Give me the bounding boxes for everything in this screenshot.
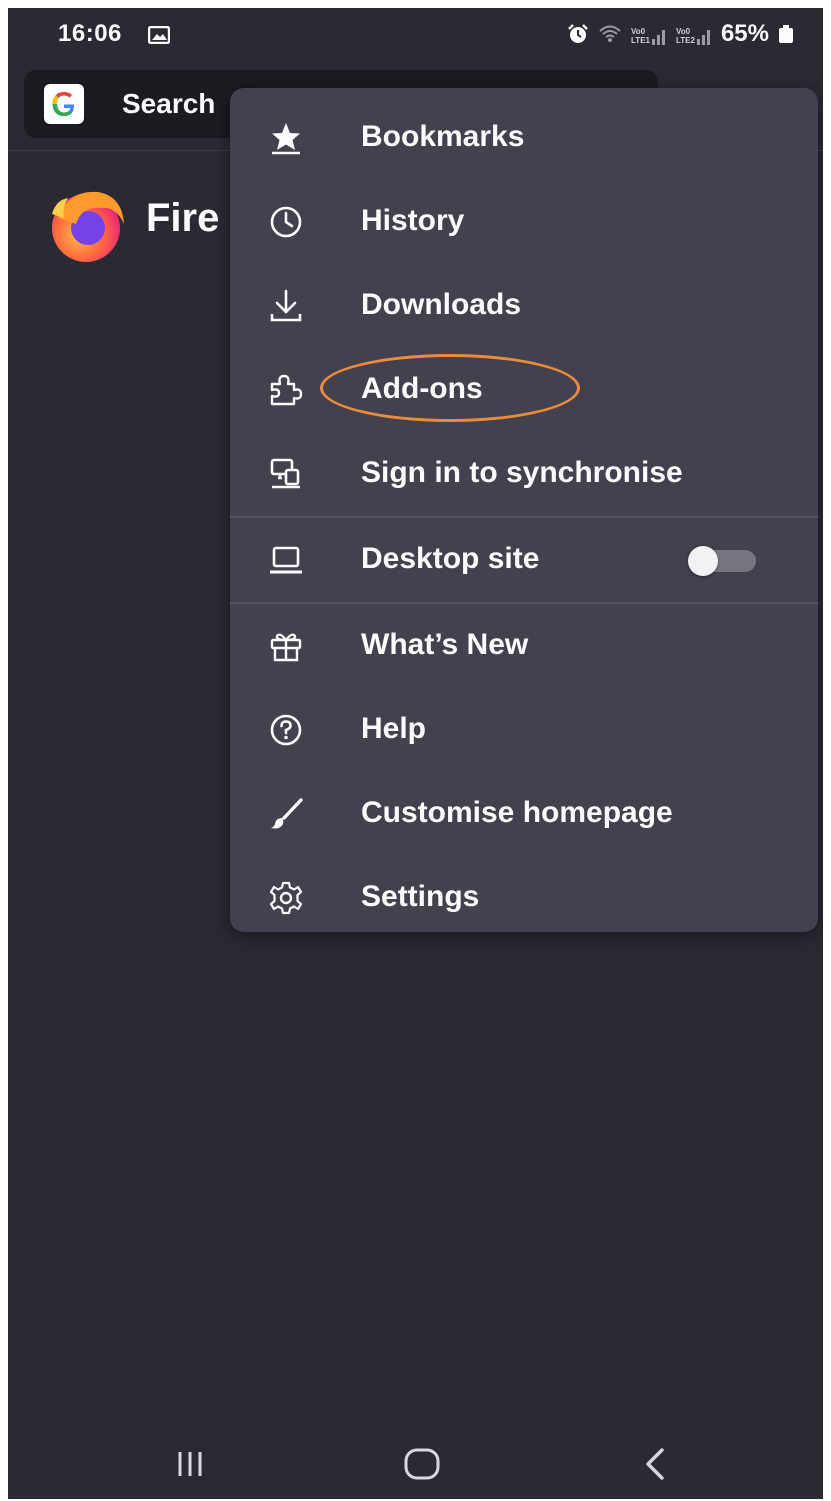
lte2-top: Vo0 xyxy=(675,27,691,36)
lte2-bottom: LTE2 xyxy=(675,36,695,45)
puzzle-icon xyxy=(270,374,303,406)
gallery-icon xyxy=(148,26,170,44)
google-icon xyxy=(44,84,84,124)
wifi-icon xyxy=(599,25,621,42)
brush-icon xyxy=(271,798,303,829)
lte2-indicator: Vo0 LTE2 xyxy=(676,23,711,45)
status-icons: Vo0 LTE1 Vo0 LTE2 65% xyxy=(567,20,793,48)
menu-item-history[interactable]: History xyxy=(230,180,818,264)
firefox-logo-icon xyxy=(52,191,124,262)
firefox-wordmark: Fire xyxy=(146,196,220,240)
help-circle-icon xyxy=(270,714,302,746)
gear-icon xyxy=(269,881,303,915)
gift-icon xyxy=(270,633,302,662)
menu-label-desktop-site: Desktop site xyxy=(361,542,540,575)
signal-icon xyxy=(696,30,710,45)
menu-label-whats-new: What’s New xyxy=(361,628,529,661)
lte1-bottom: LTE1 xyxy=(631,36,650,45)
menu-label-downloads: Downloads xyxy=(361,288,522,321)
menu-label-bookmarks: Bookmarks xyxy=(361,120,525,153)
alarm-icon xyxy=(568,24,588,43)
overflow-menu: Bookmarks History Downloads Add-ons Sign… xyxy=(230,88,818,932)
menu-label-customise-homepage: Customise homepage xyxy=(361,796,673,829)
navigation-bar xyxy=(8,1428,823,1498)
menu-label-sign-in: Sign in to synchronise xyxy=(361,456,683,489)
toggle-knob xyxy=(688,546,718,576)
back-icon[interactable] xyxy=(634,1442,678,1486)
menu-label-help: Help xyxy=(361,712,427,745)
lte1-top: Vo0 xyxy=(631,27,646,36)
battery-percent: 65% xyxy=(720,20,769,47)
status-bar: 16:06 Vo0 LTE1 Vo0 LTE2 65% xyxy=(8,8,823,66)
menu-item-customise-homepage[interactable]: Customise homepage xyxy=(230,772,818,856)
status-time: 16:06 xyxy=(58,20,122,47)
menu-item-desktop-site[interactable]: Desktop site xyxy=(230,518,818,602)
search-placeholder: Search xyxy=(122,88,216,119)
menu-item-bookmarks[interactable]: Bookmarks xyxy=(230,96,818,180)
clock-icon xyxy=(270,206,302,238)
phone-screen: 16:06 Vo0 LTE1 Vo0 LTE2 65% Search Fire … xyxy=(8,8,823,1499)
battery-icon xyxy=(779,25,793,43)
menu-label-history: History xyxy=(361,204,465,237)
menu-label-settings: Settings xyxy=(361,880,480,913)
sync-devices-icon xyxy=(270,458,300,489)
home-icon[interactable] xyxy=(400,1442,444,1486)
menu-item-downloads[interactable]: Downloads xyxy=(230,264,818,348)
menu-item-sign-in-sync[interactable]: Sign in to synchronise xyxy=(230,432,818,516)
signal-icon xyxy=(651,30,665,45)
menu-item-help[interactable]: Help xyxy=(230,688,818,772)
lte1-indicator: Vo0 LTE1 xyxy=(631,23,666,45)
menu-item-settings[interactable]: Settings xyxy=(230,856,818,940)
laptop-icon xyxy=(270,546,302,574)
menu-item-whats-new[interactable]: What’s New xyxy=(230,604,818,688)
add-ons-highlight-ring xyxy=(320,354,580,422)
recent-apps-icon[interactable] xyxy=(168,1442,212,1486)
download-icon xyxy=(270,289,302,322)
desktop-site-toggle[interactable] xyxy=(688,546,758,576)
bookmark-star-icon xyxy=(272,123,300,155)
